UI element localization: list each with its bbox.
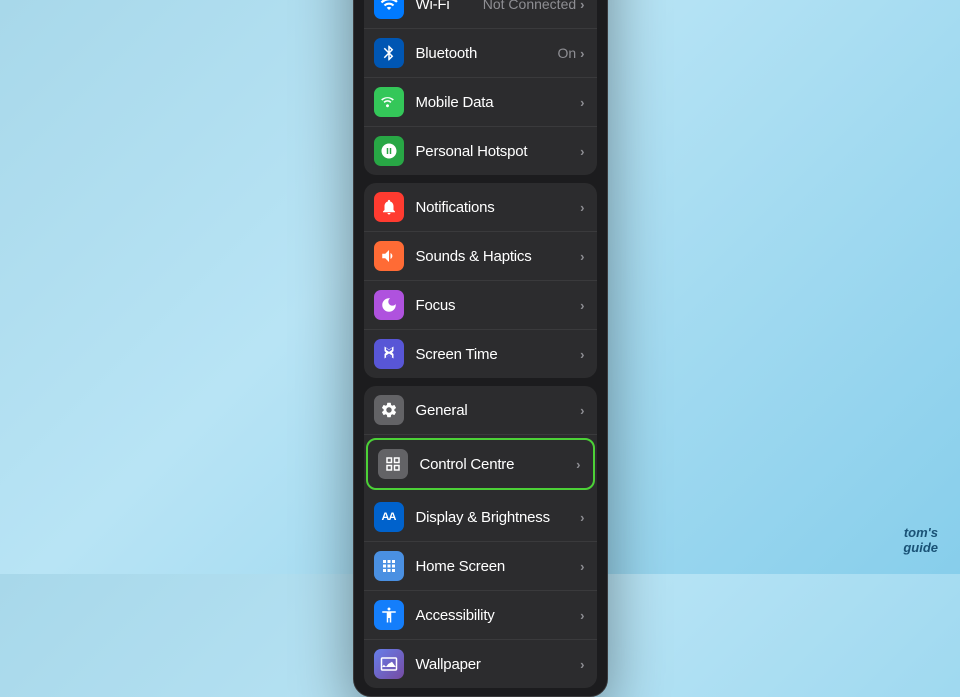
bluetooth-value: On	[557, 45, 576, 61]
bluetooth-chevron: ›	[580, 46, 584, 61]
row-home-screen[interactable]: Home Screen ›	[364, 542, 597, 591]
display-chevron: ›	[580, 510, 584, 525]
mobile-data-chevron: ›	[580, 95, 584, 110]
settings-list: Airplane Mode Wi-Fi Not Connected › Blue…	[354, 0, 607, 696]
wallpaper-icon	[374, 649, 404, 679]
control-centre-label: Control Centre	[420, 456, 577, 473]
control-centre-icon	[378, 449, 408, 479]
row-accessibility[interactable]: Accessibility ›	[364, 591, 597, 640]
accessibility-chevron: ›	[580, 608, 584, 623]
wifi-label: Wi-Fi	[416, 0, 483, 13]
hotspot-chevron: ›	[580, 144, 584, 159]
home-screen-label: Home Screen	[416, 558, 581, 575]
accessibility-label: Accessibility	[416, 607, 581, 624]
row-sounds-haptics[interactable]: Sounds & Haptics ›	[364, 232, 597, 281]
row-focus[interactable]: Focus ›	[364, 281, 597, 330]
mobile-data-icon	[374, 87, 404, 117]
row-general[interactable]: General ›	[364, 386, 597, 435]
section-general: General › Control Centre › AA Display & …	[364, 386, 597, 688]
sounds-chevron: ›	[580, 249, 584, 264]
row-notifications[interactable]: Notifications ›	[364, 183, 597, 232]
accessibility-icon	[374, 600, 404, 630]
home-screen-icon	[374, 551, 404, 581]
wallpaper-label: Wallpaper	[416, 656, 581, 673]
hotspot-label: Personal Hotspot	[416, 143, 581, 160]
display-label: Display & Brightness	[416, 509, 581, 526]
watermark-line2: guide	[903, 540, 938, 556]
notifications-icon	[374, 192, 404, 222]
notifications-chevron: ›	[580, 200, 584, 215]
row-display-brightness[interactable]: AA Display & Brightness ›	[364, 493, 597, 542]
general-label: General	[416, 402, 581, 419]
display-icon: AA	[374, 502, 404, 532]
row-control-centre[interactable]: Control Centre ›	[366, 438, 595, 490]
wifi-chevron: ›	[580, 0, 584, 12]
wifi-value: Not Connected	[483, 0, 576, 12]
bluetooth-icon	[374, 38, 404, 68]
bluetooth-label: Bluetooth	[416, 45, 558, 62]
row-bluetooth[interactable]: Bluetooth On ›	[364, 29, 597, 78]
screen-time-icon	[374, 339, 404, 369]
wifi-icon	[374, 0, 404, 19]
section-notifications: Notifications › Sounds & Haptics › Focus…	[364, 183, 597, 378]
row-wifi[interactable]: Wi-Fi Not Connected ›	[364, 0, 597, 29]
row-personal-hotspot[interactable]: Personal Hotspot ›	[364, 127, 597, 175]
row-mobile-data[interactable]: Mobile Data ›	[364, 78, 597, 127]
screen-time-chevron: ›	[580, 347, 584, 362]
row-screen-time[interactable]: Screen Time ›	[364, 330, 597, 378]
notifications-label: Notifications	[416, 199, 581, 216]
general-icon	[374, 395, 404, 425]
control-centre-chevron: ›	[576, 457, 580, 472]
hotspot-icon	[374, 136, 404, 166]
watermark-line1: tom's	[903, 525, 938, 541]
phone-container: Settings Airplane Mode Wi-Fi Not Connect…	[353, 0, 608, 697]
screen-time-label: Screen Time	[416, 346, 581, 363]
wallpaper-chevron: ›	[580, 657, 584, 672]
home-screen-chevron: ›	[580, 559, 584, 574]
general-chevron: ›	[580, 403, 584, 418]
watermark: tom's guide	[903, 525, 938, 556]
focus-label: Focus	[416, 297, 581, 314]
row-wallpaper[interactable]: Wallpaper ›	[364, 640, 597, 688]
section-connectivity: Airplane Mode Wi-Fi Not Connected › Blue…	[364, 0, 597, 175]
focus-chevron: ›	[580, 298, 584, 313]
mobile-data-label: Mobile Data	[416, 94, 581, 111]
sounds-icon	[374, 241, 404, 271]
focus-icon	[374, 290, 404, 320]
sounds-label: Sounds & Haptics	[416, 248, 581, 265]
